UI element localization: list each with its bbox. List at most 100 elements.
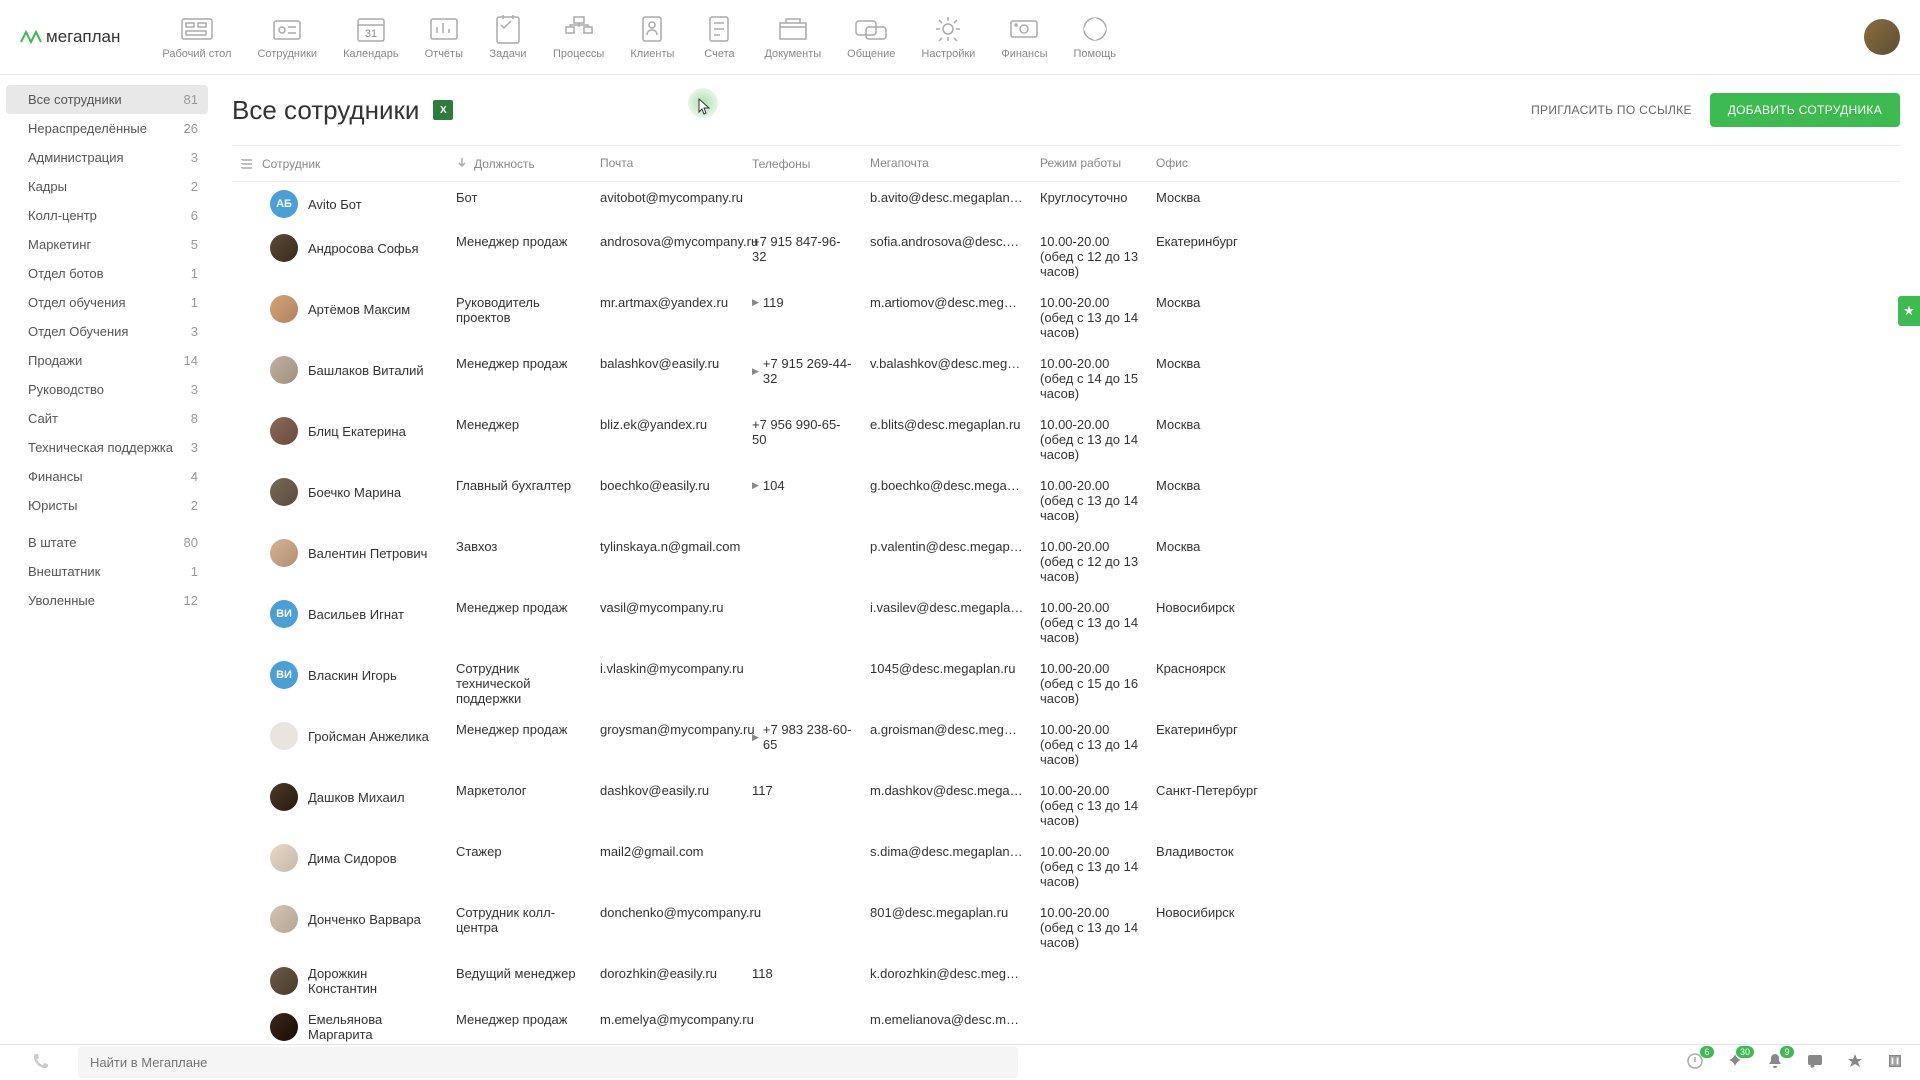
nav-item-0[interactable]: Рабочий стол [150,8,243,66]
employee-office: Москва [1148,190,1268,205]
nav-item-10[interactable]: Настройки [909,8,987,66]
employee-megamail: m.artiomov@desc.megaplan.ru [862,295,1032,310]
messages-icon[interactable] [1806,1052,1824,1073]
sidebar-item[interactable]: Внештатник1 [0,557,214,586]
nav-label: Календарь [343,48,399,60]
table-row[interactable]: ВИВласкин ИгорьСотрудник технической под… [232,653,1900,714]
activity-icon[interactable]: 30 [1726,1052,1744,1073]
table-row[interactable]: Боечко МаринаГлавный бухгалтерboechko@ea… [232,470,1900,531]
employee-position: Маркетолог [448,783,592,798]
sidebar-item[interactable]: Маркетинг5 [0,230,214,259]
nav-item-7[interactable]: Счета [688,8,750,66]
employee-schedule: 10.00-20.00 (обед с 13 до 14 часов) [1032,783,1148,828]
employee-megamail: b.avito@desc.megaplan.ru [862,190,1032,205]
phone-icon[interactable] [16,1052,66,1073]
table-header: Сотрудник Должность Почта Телефоны Мегап… [232,146,1900,182]
header-office[interactable]: Офис [1148,156,1268,171]
employee-name: Avito Бот [308,197,362,212]
header-email[interactable]: Почта [592,156,744,171]
phone-expand-icon[interactable]: ▶ [752,480,759,491]
nav-item-12[interactable]: Помощь [1062,8,1129,66]
nav-icon [700,14,738,44]
handbook-icon[interactable] [1886,1052,1904,1073]
employee-megamail: sofia.androsova@desc.megapl... [862,234,1032,249]
sidebar-label: Финансы [28,469,83,484]
sidebar-item[interactable]: Администрация3 [0,143,214,172]
header-schedule[interactable]: Режим работы [1032,156,1148,171]
table-row[interactable]: Артёмов МаксимРуководитель проектовmr.ar… [232,287,1900,348]
phone-expand-icon[interactable]: ▶ [752,297,759,308]
header-phone[interactable]: Телефоны [744,156,862,171]
table-row[interactable]: Дорожкин КонстантинВедущий менеджерdoroz… [232,958,1900,1004]
employee-avatar [270,478,298,506]
sidebar-item[interactable]: Отдел обучения1 [0,288,214,317]
add-employee-button[interactable]: ДОБАВИТЬ СОТРУДНИКА [1710,93,1900,127]
table-row[interactable]: Донченко ВарвараСотрудник колл-центраdon… [232,897,1900,958]
sidebar-item[interactable]: Уволенные12 [0,586,214,615]
employee-megamail: m.dashkov@desc.megaplan.ru [862,783,1032,798]
phone-value: 119 [763,295,784,310]
table-row[interactable]: АБAvito БотБотavitobot@mycompany.rub.avi… [232,182,1900,226]
sidebar-item[interactable]: В штате80 [0,528,214,557]
sidebar-count: 3 [191,382,198,397]
employee-name: Артёмов Максим [308,302,410,317]
sidebar-item[interactable]: Продажи14 [0,346,214,375]
employee-email: bliz.ek@yandex.ru [592,417,744,432]
employee-avatar: ВИ [270,600,298,628]
nav-item-8[interactable]: Документы [752,8,833,66]
favorites-icon[interactable] [1846,1052,1864,1073]
sidebar-item[interactable]: Кадры2 [0,172,214,201]
nav-item-4[interactable]: Задачи [477,8,539,66]
header-position[interactable]: Должность [448,156,592,171]
header-name[interactable]: Сотрудник [262,156,448,171]
table-row[interactable]: Емельянова МаргаритаМенеджер продажm.eme… [232,1004,1900,1044]
current-user-avatar[interactable] [1864,19,1900,55]
table-row[interactable]: Дима СидоровСтажерmail2@gmail.coms.dima@… [232,836,1900,897]
table-row[interactable]: Дашков МихаилМаркетологdashkov@easily.ru… [232,775,1900,836]
table-row[interactable]: Андросова СофьяМенеджер продажandrosova@… [232,226,1900,287]
sidebar-item[interactable]: Финансы4 [0,462,214,491]
nav-item-5[interactable]: Процессы [541,8,616,66]
phone-expand-icon[interactable]: ▶ [752,732,759,743]
header-megamail[interactable]: Мегапочта [862,156,1032,171]
sidebar-item[interactable]: Сайт8 [0,404,214,433]
bottom-bar: 6 30 9 [0,1044,1920,1080]
table-row[interactable]: ВИВасильев ИгнатМенеджер продажvasil@myc… [232,592,1900,653]
employee-avatar: АБ [270,190,298,218]
employee-schedule: 10.00-20.00 (обед с 12 до 13 часов) [1032,234,1148,279]
sidebar-item[interactable]: Юристы2 [0,491,214,520]
table-row[interactable]: Башлаков ВиталийМенеджер продажbalashkov… [232,348,1900,409]
export-excel-icon[interactable]: X [433,100,453,120]
nav-item-9[interactable]: Общение [835,8,907,66]
nav-item-11[interactable]: Финансы [989,8,1059,66]
nav-icon [1076,14,1114,44]
column-config-icon[interactable] [232,156,262,171]
nav-item-6[interactable]: Клиенты [618,8,686,66]
table-row[interactable]: Блиц ЕкатеринаМенеджерbliz.ek@yandex.ru+… [232,409,1900,470]
nav-item-2[interactable]: 31Календарь [331,8,411,66]
app-logo[interactable]: мегаплан [20,27,120,47]
sidebar-item[interactable]: Руководство3 [0,375,214,404]
global-search-input[interactable] [78,1047,1018,1078]
phone-expand-icon[interactable]: ▶ [752,366,759,377]
invite-by-link-button[interactable]: ПРИГЛАСИТЬ ПО ССЫЛКЕ [1513,103,1710,117]
sidebar-item[interactable]: Отдел ботов1 [0,259,214,288]
sidebar-item[interactable]: Колл-центр6 [0,201,214,230]
employee-office: Екатеринбург [1148,234,1268,249]
nav-item-3[interactable]: Отчёты [413,8,475,66]
employee-email: mail2@gmail.com [592,844,744,859]
alerts-icon[interactable]: 6 [1686,1052,1704,1073]
sidebar-item[interactable]: Нераспределённые26 [0,114,214,143]
notifications-icon[interactable]: 9 [1766,1052,1784,1073]
sidebar-item[interactable]: Отдел Обучения3 [0,317,214,346]
nav-item-1[interactable]: Сотрудники [245,8,329,66]
feedback-star-tab[interactable]: ★ [1898,296,1920,326]
sidebar-item[interactable]: Техническая поддержка3 [0,433,214,462]
sidebar-item[interactable]: Все сотрудники81 [6,85,208,114]
table-row[interactable]: Гройсман АнжеликаМенеджер продажgroysman… [232,714,1900,775]
employee-position: Сотрудник технической поддержки [448,661,592,706]
employee-position: Бот [448,190,592,205]
table-row[interactable]: Валентин ПетровичЗавхозtylinskaya.n@gmai… [232,531,1900,592]
sidebar-count: 2 [191,498,198,513]
sidebar-count: 14 [184,353,198,368]
